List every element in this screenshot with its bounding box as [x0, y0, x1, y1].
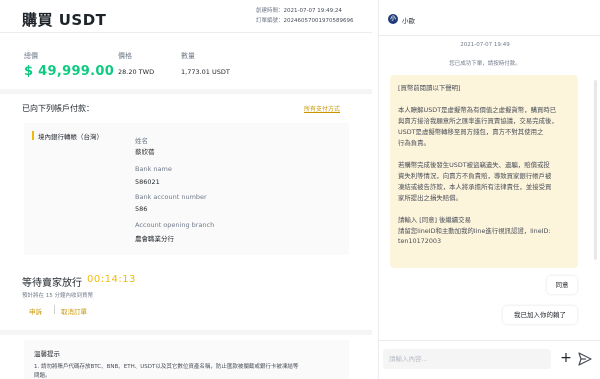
field-label-branch: Account opening branch — [135, 221, 215, 229]
plus-icon[interactable]: + — [559, 351, 573, 365]
quantity-value: 1,773.01 USDT — [181, 68, 230, 76]
all-payment-methods-link[interactable]: 所有支付方式 — [304, 104, 340, 113]
action-separator — [54, 305, 55, 314]
method-accent-bar — [32, 131, 34, 140]
order-value[interactable]: 20246057001970589696 — [284, 18, 354, 24]
message-line: 家所提出之損失賠償。 — [398, 194, 462, 202]
chat-timestamp: 2021-07-07 19:49 — [460, 42, 510, 48]
message-line: 請留您lineID和主動加我的line進行視訊認證，lineID: — [398, 227, 551, 235]
chat-input-bar: + — [379, 340, 600, 379]
message-line: ten10172003 — [398, 237, 442, 245]
quantity-label: 數量 — [181, 52, 195, 60]
tips-title: 溫馨提示 — [34, 350, 60, 358]
tips-box: 溫馨提示 1. 請勿將賬戶代碼存放BTC、BNB、ETH、USDT以及其它數位資… — [24, 340, 349, 379]
section-divider-tips — [0, 330, 372, 335]
system-message: 您已成功下單，請按時付款。 — [449, 61, 521, 67]
field-value-branch[interactable]: 農會職業分行 — [135, 233, 174, 243]
counterparty-name[interactable]: 小歐 — [402, 15, 415, 25]
seller-message-bubble: [買幣前閱讀以下聲明] 本人瞭解USDT是虛擬幣為有價值之虛擬貨幣，購買時已 與… — [390, 75, 578, 268]
message-line: USDT是虛擬幣轉移至買方錢包，賣方不對其使用之 — [398, 128, 544, 136]
message-line: [買幣前閱讀以下聲明] — [398, 84, 461, 92]
message-line: 與賣方接洽我願意所之匯率進行買賣協議，交易完成後， — [398, 117, 558, 125]
send-icon[interactable] — [578, 352, 592, 366]
message-line: 若購幣完成後發生USDT被盜竊遺失、遺騙，賠償或投 — [398, 161, 550, 169]
my-message-bubble: 同意 — [547, 276, 577, 294]
appeal-button[interactable]: 申訴 — [29, 306, 42, 316]
created-label: 創建時間： — [256, 8, 284, 14]
countdown-timer: 00:14:13 — [87, 274, 136, 285]
message-line: 請輸入 [同意] 後繼續交易 — [398, 216, 471, 224]
payment-method-name: 境內銀行轉帳（台灣） — [38, 133, 103, 141]
message-line: 本人瞭解USDT是虛擬幣為有價值之虛擬貨幣，購買時已 — [398, 106, 557, 114]
field-label-bank-name: Bank name — [135, 165, 172, 173]
chat-input[interactable] — [383, 349, 551, 369]
field-value-name[interactable]: 蔡欣蓓 — [135, 146, 155, 156]
field-label-name: 姓名 — [135, 137, 148, 145]
tips-line: 問題。 — [34, 373, 51, 379]
chat-header: 小 小歐 — [379, 0, 600, 36]
cancel-order-button[interactable]: 取消訂單 — [61, 306, 87, 316]
page-title: 購買 USDT — [22, 11, 107, 29]
avatar: 小 — [388, 14, 398, 24]
waiting-note: 預計將在 15 分鐘內收到貨幣 — [22, 293, 93, 299]
order-header: 購買 USDT 創建時間：2021-07-07 19:49:24 訂單編號：20… — [0, 0, 372, 33]
order-label: 訂單編號： — [256, 18, 284, 24]
message-line: 資失利等情況，向賣方不負責賠，導致買家銀行帳戶被 — [398, 172, 552, 180]
waiting-label: 等待賣家放行 — [22, 278, 82, 289]
chat-scrollbar[interactable] — [594, 80, 597, 260]
payment-method-card: 境內銀行轉帳（台灣） 姓名 蔡欣蓓 Bank name 586021 Bank … — [24, 123, 349, 255]
field-value-account-number[interactable]: 586 — [135, 205, 147, 213]
created-time: 創建時間：2021-07-07 19:49:24 — [256, 6, 342, 14]
message-line: 凍結或被告詐欺，本人將承擔所有法律責任，並接受買 — [398, 183, 552, 191]
field-label-account-number: Bank account number — [135, 193, 207, 201]
order-panel: 購買 USDT 創建時間：2021-07-07 19:49:24 訂單編號：20… — [0, 0, 372, 379]
created-value: 2021-07-07 19:49:24 — [283, 8, 342, 14]
payment-heading: 已向下列帳戶付款： — [22, 104, 94, 113]
my-message-bubble: 我已加入你的賴了 — [503, 306, 577, 324]
price-value: 28.20 TWD — [118, 68, 155, 76]
total-label: 總價 — [24, 52, 38, 60]
section-divider — [0, 89, 372, 94]
order-number: 訂單編號：20246057001970589696 — [256, 16, 354, 24]
total-amount: $ 49,999.00 — [24, 64, 115, 79]
field-value-bank-name[interactable]: 586021 — [135, 178, 160, 186]
chat-panel: 小 小歐 2021-07-07 19:49 您已成功下單，請按時付款。 [買幣前… — [378, 0, 600, 379]
message-line: 行為負責。 — [398, 139, 430, 147]
tips-line: 1. 請勿將賬戶代碼存放BTC、BNB、ETH、USDT以及其它數位資產名稱，防… — [34, 364, 299, 370]
price-label: 價格 — [118, 52, 132, 60]
